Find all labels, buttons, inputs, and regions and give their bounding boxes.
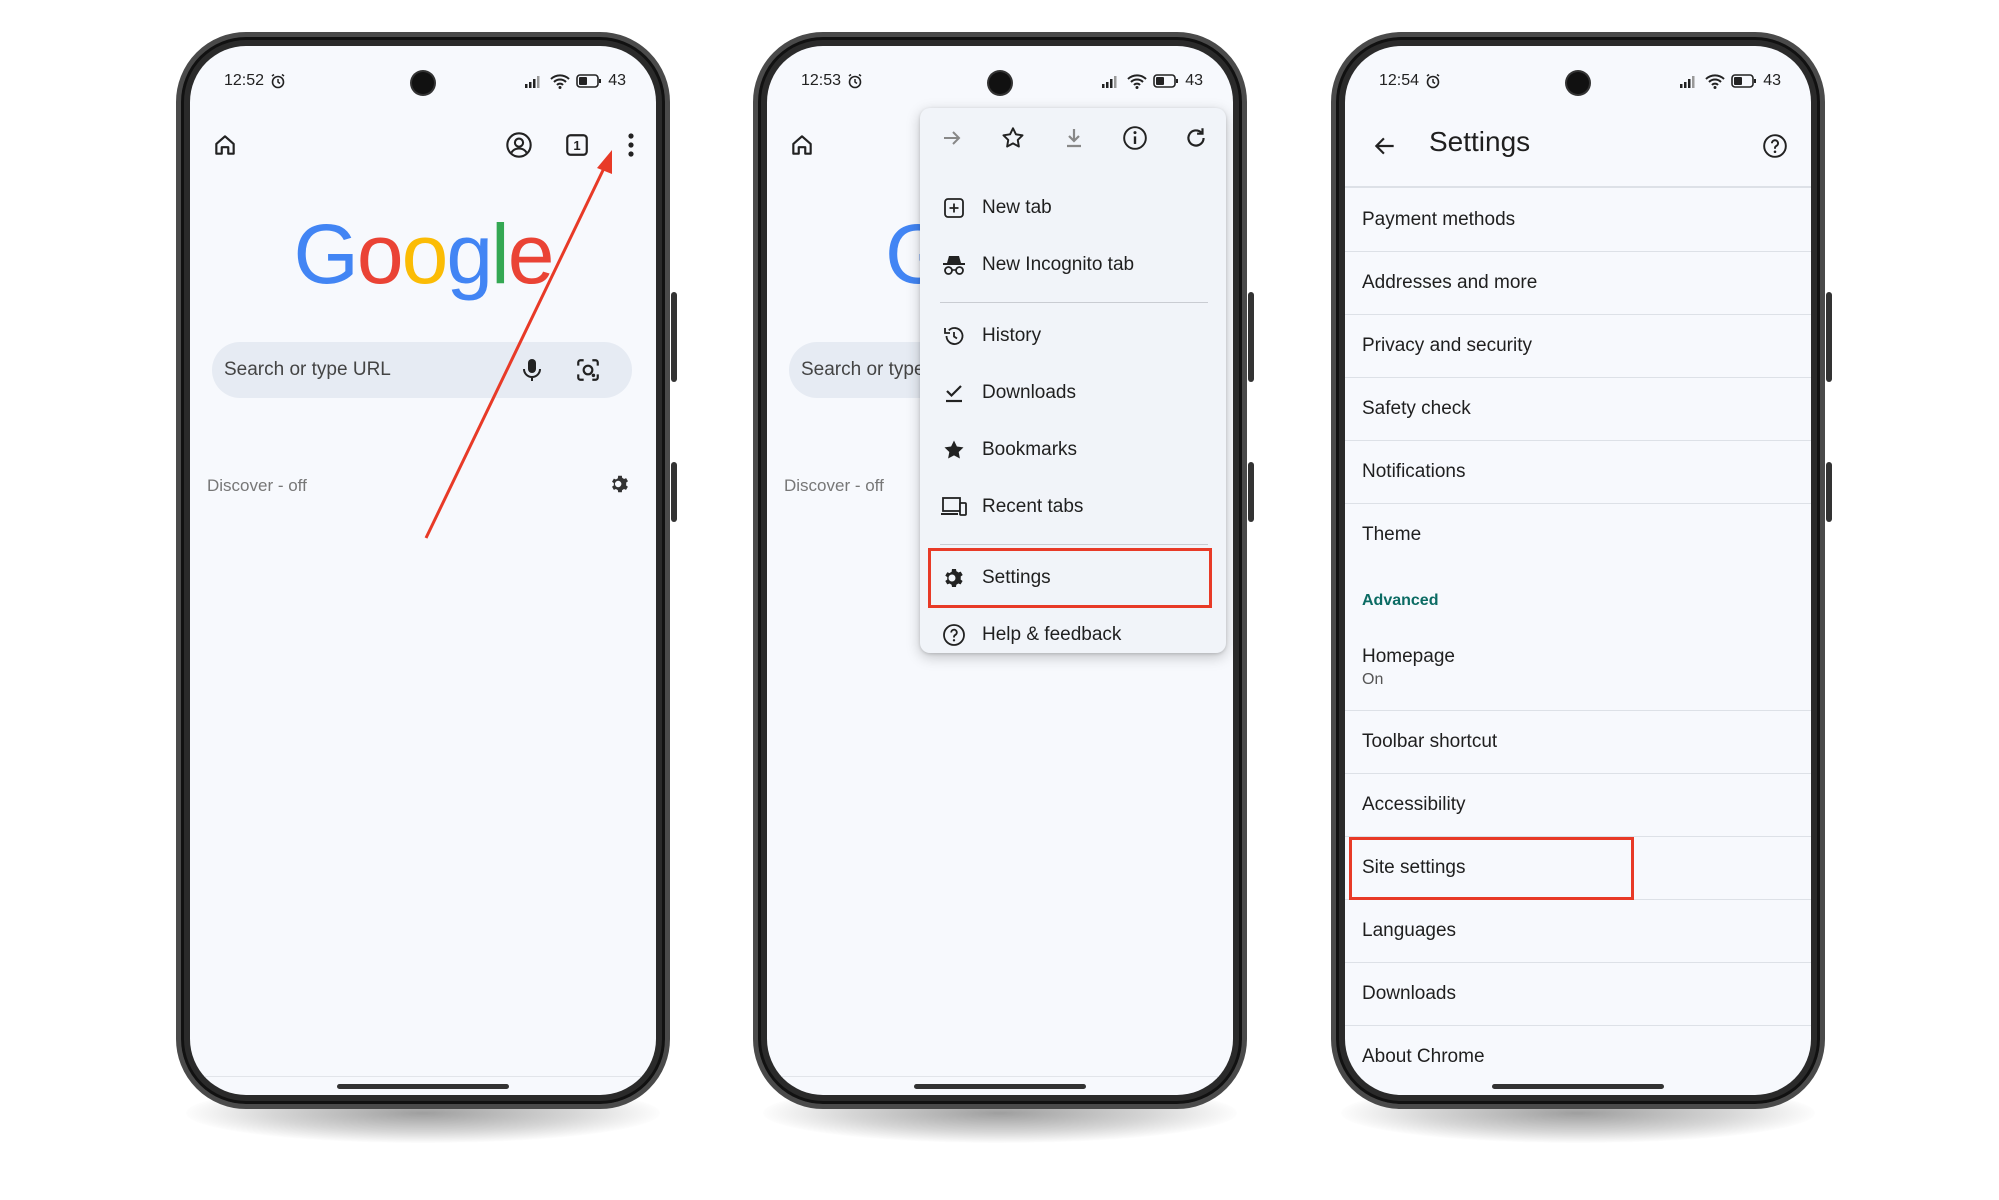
settings-row-label: Accessibility: [1362, 794, 1466, 815]
discover-status: Discover - off: [784, 476, 884, 495]
star-filled-icon: [938, 434, 970, 466]
back-arrow-icon[interactable]: [1363, 124, 1407, 168]
menu-item-recent-tabs[interactable]: Recent tabs: [930, 481, 1216, 533]
app-bar-divider: [1345, 186, 1811, 188]
wifi-icon: [1705, 73, 1725, 89]
settings-row-payment-methods[interactable]: Payment methods: [1345, 189, 1811, 252]
menu-divider: [940, 302, 1208, 303]
battery-percent: 43: [1185, 72, 1203, 89]
gesture-bar: [1492, 1084, 1664, 1089]
power-button: [1826, 462, 1832, 522]
settings-row-theme[interactable]: Theme: [1345, 504, 1811, 567]
forward-icon[interactable]: [930, 116, 974, 160]
settings-row-label: Privacy and security: [1362, 335, 1533, 356]
volume-button: [1826, 292, 1832, 382]
settings-highlight-box: [928, 548, 1212, 608]
settings-row-safety-check[interactable]: Safety check: [1345, 378, 1811, 441]
menu-item-label: Recent tabs: [982, 496, 1084, 517]
settings-row-label: Toolbar shortcut: [1362, 731, 1498, 752]
volume-button: [1248, 292, 1254, 382]
settings-row-about-chrome[interactable]: About Chrome: [1345, 1026, 1811, 1089]
menu-item-label: Help & feedback: [982, 624, 1122, 645]
settings-app-bar: Settings: [1345, 120, 1811, 172]
reload-icon[interactable]: [1174, 116, 1218, 160]
menu-item-new-incognito-tab[interactable]: New Incognito tab: [930, 239, 1216, 291]
history-icon: [938, 320, 970, 352]
help-circle-icon: [938, 619, 970, 651]
alarm-icon: [1425, 73, 1441, 89]
settings-row-sublabel: On: [1362, 671, 1384, 688]
alarm-icon: [847, 73, 863, 89]
settings-row-downloads[interactable]: Downloads: [1345, 963, 1811, 1026]
menu-item-new-tab[interactable]: New tab: [930, 182, 1216, 234]
settings-row-label: Theme: [1362, 524, 1422, 545]
menu-item-label: Downloads: [982, 382, 1076, 403]
menu-item-label: History: [982, 325, 1042, 346]
status-time: 12:53: [801, 72, 842, 89]
settings-row-languages[interactable]: Languages: [1345, 900, 1811, 963]
settings-row-label: Languages: [1362, 920, 1457, 941]
nav-divider: [767, 1076, 1233, 1077]
devices-icon: [938, 491, 970, 523]
info-icon[interactable]: [1113, 116, 1157, 160]
power-button: [1248, 462, 1254, 522]
download-icon[interactable]: [1052, 116, 1096, 160]
settings-row-label: Downloads: [1362, 983, 1456, 1004]
gesture-bar: [914, 1084, 1086, 1089]
bookmark-star-icon[interactable]: [991, 116, 1035, 160]
signal-icon: [1101, 74, 1121, 88]
site-settings-highlight-box: [1349, 837, 1634, 900]
settings-row-label: Addresses and more: [1362, 272, 1538, 293]
phone-screen: 12:54 43 Settings Payment methods Addres…: [1345, 46, 1811, 1095]
incognito-icon: [938, 249, 970, 281]
settings-row-label: Homepage: [1362, 646, 1455, 667]
battery-icon: [1153, 74, 1179, 88]
menu-item-history[interactable]: History: [930, 310, 1216, 362]
battery-percent: 43: [1763, 72, 1781, 89]
download-check-icon: [938, 377, 970, 409]
page-title: Settings: [1429, 126, 1531, 157]
home-icon[interactable]: [779, 122, 825, 168]
settings-row-privacy-security[interactable]: Privacy and security: [1345, 315, 1811, 378]
status-bar: 12:53 43: [801, 66, 1203, 96]
settings-row-label: Payment methods: [1362, 209, 1516, 230]
settings-row-homepage[interactable]: Homepage On: [1345, 626, 1811, 711]
settings-row-label: Notifications: [1362, 461, 1466, 482]
settings-row-label: Safety check: [1362, 398, 1471, 419]
settings-row-label: About Chrome: [1362, 1046, 1485, 1067]
phone-chrome-settings: 12:54 43 Settings Payment methods Addres…: [1331, 32, 1832, 1143]
status-bar: 12:54 43: [1379, 66, 1781, 96]
menu-item-label: New Incognito tab: [982, 254, 1135, 275]
menu-item-downloads[interactable]: Downloads: [930, 367, 1216, 419]
overflow-menu: New tab New Incognito tab History Downlo…: [920, 108, 1226, 653]
menu-item-label: New tab: [982, 197, 1052, 218]
plus-box-icon: [938, 192, 970, 224]
settings-row-addresses[interactable]: Addresses and more: [1345, 252, 1811, 315]
settings-row-notifications[interactable]: Notifications: [1345, 441, 1811, 504]
menu-item-label: Bookmarks: [982, 439, 1078, 460]
menu-action-bar: [920, 108, 1226, 166]
help-circle-icon[interactable]: [1753, 124, 1797, 168]
battery-icon: [1731, 74, 1757, 88]
section-header-advanced: Advanced: [1362, 592, 1439, 609]
settings-row-toolbar-shortcut[interactable]: Toolbar shortcut: [1345, 711, 1811, 774]
search-placeholder: Search or type: [801, 359, 925, 380]
phone-chrome-menu: 12:53 43 G Search or type Discover - off: [753, 32, 1254, 1143]
menu-item-bookmarks[interactable]: Bookmarks: [930, 424, 1216, 476]
phone-screen: 12:53 43 G Search or type Discover - off: [767, 46, 1233, 1095]
status-time: 12:54: [1379, 72, 1420, 89]
wifi-icon: [1127, 73, 1147, 89]
signal-icon: [1679, 74, 1699, 88]
menu-item-help-feedback[interactable]: Help & feedback: [930, 609, 1216, 661]
settings-row-accessibility[interactable]: Accessibility: [1345, 774, 1811, 837]
menu-divider: [940, 544, 1208, 545]
